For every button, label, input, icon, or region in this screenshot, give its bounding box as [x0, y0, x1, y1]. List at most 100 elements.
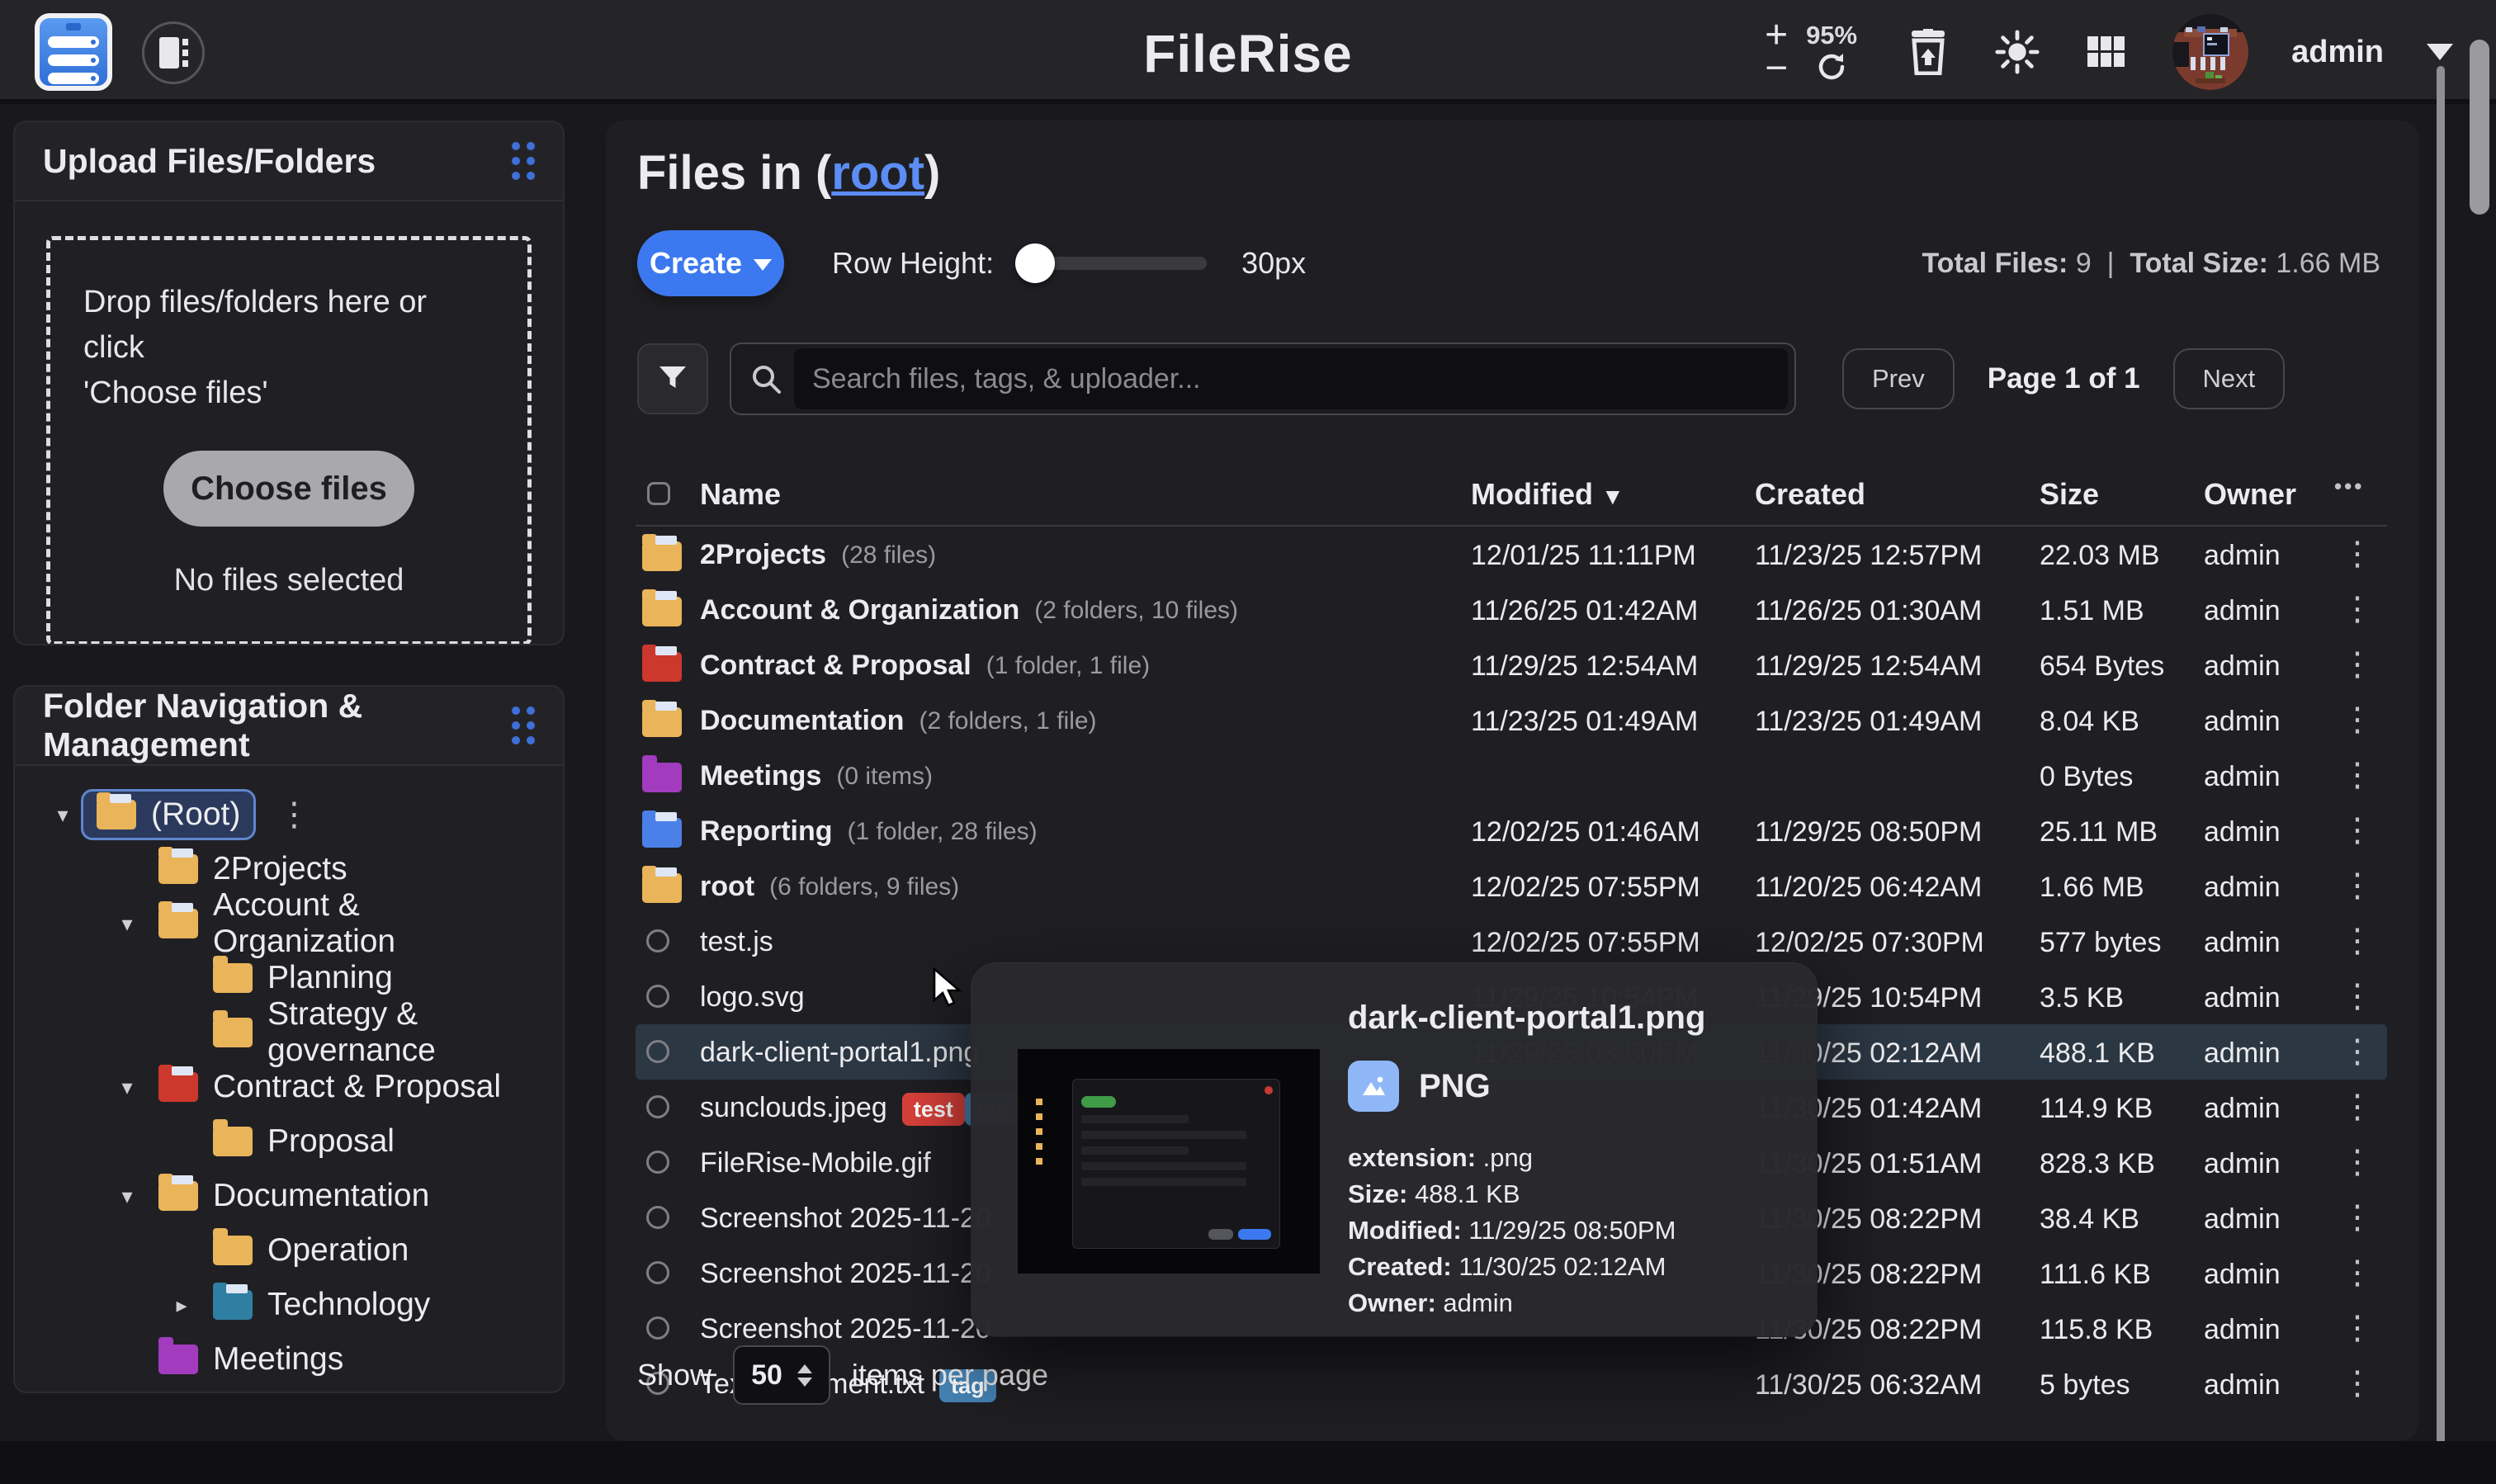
items-per-page-select[interactable]: 50 [733, 1345, 830, 1405]
no-files-selected-text: No files selected [83, 563, 494, 598]
folder-tree-item[interactable]: Proposal ⋮ [30, 1114, 548, 1169]
row-menu-icon[interactable]: ⋮ [2341, 977, 2374, 1015]
filter-button[interactable] [637, 343, 708, 414]
row-name[interactable]: 2Projects [700, 539, 826, 571]
row-checkbox[interactable] [646, 1095, 669, 1118]
folder-tree-label: Contract & Proposal [213, 1069, 501, 1105]
row-menu-icon[interactable]: ⋮ [2341, 1364, 2374, 1402]
row-name[interactable]: Screenshot 2025-11-20 [700, 1258, 991, 1290]
row-checkbox[interactable] [646, 1151, 669, 1174]
user-menu-caret-icon[interactable] [2427, 44, 2453, 60]
user-avatar[interactable] [2172, 14, 2248, 90]
row-menu-icon[interactable]: ⋮ [2341, 922, 2374, 960]
row-checkbox[interactable] [646, 985, 669, 1008]
folder-tree-item[interactable]: ▾ Account & Organization ⋮ [30, 896, 548, 951]
prev-page-button[interactable]: Prev [1842, 348, 1955, 409]
row-menu-icon[interactable]: ⋮ [2341, 1254, 2374, 1292]
row-menu-icon[interactable]: ⋮ [2341, 1309, 2374, 1347]
row-name[interactable]: Screenshot 2025-11-20 [700, 1313, 991, 1345]
table-row[interactable]: test.js 12/02/25 07:55PM 12/02/25 07:30P… [636, 914, 2387, 969]
window-scrollbar[interactable] [2437, 66, 2445, 1484]
folder-tree-item[interactable]: Operation ⋮ [30, 1223, 548, 1278]
row-name[interactable]: test.js [700, 926, 773, 958]
zoom-out-button[interactable]: − [1765, 54, 1788, 83]
row-menu-icon[interactable]: ⋮ [2341, 590, 2374, 628]
column-header-modified[interactable]: Modified▼ [1471, 477, 1624, 512]
row-checkbox[interactable] [646, 1261, 669, 1284]
column-header-owner[interactable]: Owner [2204, 477, 2296, 512]
drag-grip-icon[interactable] [512, 707, 535, 744]
row-menu-icon[interactable]: ⋮ [2341, 1198, 2374, 1236]
row-name[interactable]: Account & Organization [700, 594, 1019, 626]
file-dropzone[interactable]: Drop files/folders here or click 'Choose… [46, 236, 532, 645]
folder-tree-item[interactable]: ▸ Reporting ⋮ [30, 1387, 548, 1393]
row-name[interactable]: root [700, 871, 754, 903]
row-checkbox[interactable] [646, 929, 669, 952]
tree-expand-arrow-icon[interactable]: ▾ [109, 911, 145, 937]
folder-tree-item[interactable]: ▸ Technology ⋮ [30, 1278, 548, 1332]
row-menu-icon[interactable]: ⋮ [2341, 535, 2374, 573]
table-row[interactable]: Documentation (2 folders, 1 file) 11/23/… [636, 692, 2387, 748]
row-checkbox[interactable] [646, 1206, 669, 1229]
folder-tree-item[interactable]: Meetings ⋮ [30, 1332, 548, 1387]
column-options-icon[interactable]: ••• [2334, 474, 2364, 499]
refresh-icon[interactable] [1815, 50, 1848, 87]
row-name[interactable]: Reporting [700, 815, 833, 848]
folder-tree-item[interactable]: ▾ (Root) ⋮ [30, 787, 548, 842]
row-menu-icon[interactable]: ⋮ [2341, 1088, 2374, 1126]
row-menu-icon[interactable]: ⋮ [2341, 756, 2374, 794]
drag-grip-icon[interactable] [512, 142, 535, 180]
table-row[interactable]: Meetings (0 items) 0 Bytes admin ⋮ [636, 748, 2387, 803]
column-header-name[interactable]: Name [700, 477, 781, 512]
row-checkbox[interactable] [646, 1040, 669, 1063]
table-row[interactable]: 2Projects (28 files) 12/01/25 11:11PM 11… [636, 527, 2387, 582]
tree-expand-arrow-icon[interactable]: ▾ [109, 1075, 145, 1100]
row-name[interactable]: Screenshot 2025-11-20 [700, 1203, 991, 1235]
folder-tree-item[interactable]: ▾ Contract & Proposal ⋮ [30, 1060, 548, 1114]
row-name[interactable]: FileRise-Mobile.gif [700, 1147, 931, 1179]
row-name[interactable]: logo.svg [700, 981, 805, 1014]
slider-thumb[interactable] [1015, 243, 1055, 283]
row-menu-icon[interactable]: ⋮ [2341, 1033, 2374, 1070]
row-name[interactable]: Documentation [700, 705, 904, 737]
tree-expand-arrow-icon[interactable]: ▸ [163, 1293, 200, 1318]
folder-menu-icon[interactable]: ⋮ [277, 796, 310, 834]
next-page-button[interactable]: Next [2173, 348, 2286, 409]
row-size: 5 bytes [2040, 1369, 2130, 1401]
table-row[interactable]: root (6 folders, 9 files) 12/02/25 07:55… [636, 858, 2387, 914]
row-size: 25.11 MB [2040, 816, 2158, 848]
table-row[interactable]: Contract & Proposal (1 folder, 1 file) 1… [636, 637, 2387, 692]
folder-tree-item[interactable]: ▾ Documentation ⋮ [30, 1169, 548, 1223]
row-menu-icon[interactable]: ⋮ [2341, 701, 2374, 739]
row-height-slider[interactable] [1019, 257, 1207, 270]
table-row[interactable]: Reporting (1 folder, 28 files) 12/02/25 … [636, 803, 2387, 858]
row-menu-icon[interactable]: ⋮ [2341, 645, 2374, 683]
root-breadcrumb-link[interactable]: root [831, 146, 924, 200]
user-menu-label[interactable]: admin [2291, 35, 2384, 70]
row-created: 11/23/25 12:57PM [1755, 540, 1982, 572]
search-input[interactable] [794, 348, 1788, 409]
tree-expand-arrow-icon[interactable]: ▾ [109, 1184, 145, 1209]
choose-files-button[interactable]: Choose files [163, 451, 414, 527]
row-menu-icon[interactable]: ⋮ [2341, 867, 2374, 905]
table-row[interactable]: Account & Organization (2 folders, 10 fi… [636, 582, 2387, 637]
folder-tree-item[interactable]: Strategy & governance ⋮ [30, 1005, 548, 1060]
row-menu-icon[interactable]: ⋮ [2341, 811, 2374, 849]
apps-grid-button[interactable] [2083, 29, 2130, 75]
file-tag[interactable]: test [902, 1093, 965, 1126]
trash-button[interactable] [1905, 29, 1951, 75]
theme-toggle-button[interactable] [1994, 29, 2040, 75]
tree-expand-arrow-icon[interactable]: ▾ [45, 802, 81, 828]
row-owner: admin [2204, 595, 2281, 627]
row-name[interactable]: Meetings [700, 760, 821, 792]
page-scrollbar-thumb[interactable] [2470, 40, 2489, 215]
row-name[interactable]: dark-client-portal1.png [700, 1037, 979, 1069]
row-menu-icon[interactable]: ⋮ [2341, 1143, 2374, 1181]
create-button[interactable]: Create [637, 230, 784, 296]
select-all-checkbox[interactable] [647, 482, 670, 505]
column-header-created[interactable]: Created [1755, 477, 1865, 512]
row-checkbox[interactable] [646, 1316, 669, 1340]
column-header-size[interactable]: Size [2040, 477, 2099, 512]
row-name[interactable]: sunclouds.jpeg [700, 1092, 887, 1124]
row-name[interactable]: Contract & Proposal [700, 650, 971, 682]
